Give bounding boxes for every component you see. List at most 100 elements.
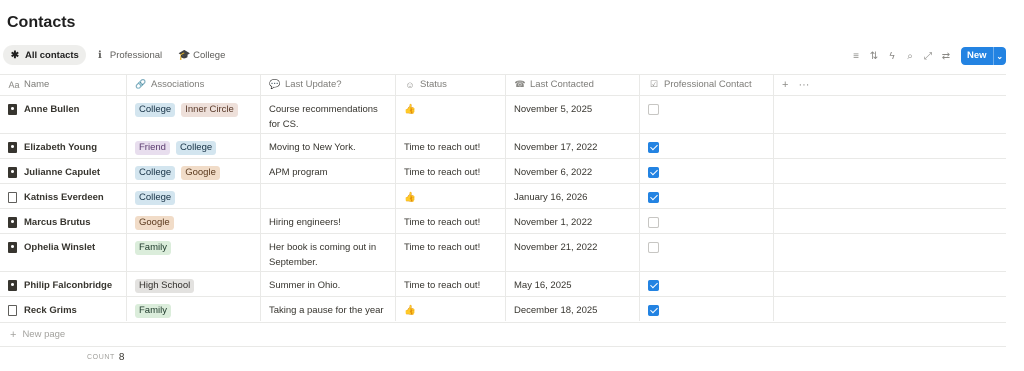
last-update-cell[interactable]: Hiring engineers!	[261, 209, 396, 233]
last-update-cell[interactable]: Her book is coming out in September.	[261, 234, 396, 271]
search-button[interactable]: ⌕	[901, 47, 919, 65]
status-cell[interactable]: Time to reach out!	[396, 272, 506, 296]
plus-icon: +	[10, 328, 17, 341]
table-row[interactable]: Philip Falconbridge High School Summer in …	[0, 271, 1006, 296]
contact-name: Philip Falconbridge	[24, 280, 113, 291]
status-cell[interactable]: Time to reach out!	[396, 234, 506, 271]
new-button[interactable]: New ⌄	[961, 47, 1006, 65]
associations-cell[interactable]: High School	[127, 272, 261, 296]
row-filler	[774, 134, 1006, 158]
row-filler	[774, 272, 1006, 296]
professional-checkbox[interactable]	[648, 167, 659, 178]
add-column-icon[interactable]: +	[782, 79, 788, 91]
chat-bubble-icon: 💬	[269, 79, 281, 89]
table-row[interactable]: Elizabeth Young Friend College Moving to Ne…	[0, 133, 1006, 158]
table-row[interactable]: Katniss Everdeen College 👍 January 16, 2026	[0, 183, 1006, 208]
name-cell[interactable]: Elizabeth Young	[0, 134, 127, 158]
column-header-last-contacted[interactable]: ☎ Last Contacted	[506, 74, 640, 95]
associations-cell[interactable]: College Google	[127, 159, 261, 183]
count-value: 8	[118, 352, 125, 363]
column-label: Last Update?	[285, 79, 342, 90]
settings-sliders-button[interactable]: ⇄	[937, 47, 955, 65]
link-icon: 🔗	[135, 79, 147, 89]
association-tag: College	[135, 191, 176, 205]
last-update-cell[interactable]: Taking a pause for the year	[261, 297, 396, 321]
status-thumbs-up-icon[interactable]: 👍	[396, 297, 506, 321]
more-options-icon[interactable]: ···	[798, 79, 809, 91]
status-cell[interactable]: Time to reach out!	[396, 159, 506, 183]
smiley-icon: ☺	[405, 79, 415, 90]
professional-contact-cell	[640, 184, 774, 208]
associations-cell[interactable]: Google	[127, 209, 261, 233]
status-thumbs-up-icon[interactable]: 👍	[396, 184, 506, 208]
status-cell[interactable]: Time to reach out!	[396, 134, 506, 158]
professional-checkbox[interactable]	[648, 192, 659, 203]
contact-page-icon	[8, 217, 17, 228]
name-cell[interactable]: Julianne Capulet	[0, 159, 127, 183]
name-cell[interactable]: Philip Falconbridge	[0, 272, 127, 296]
last-update-cell[interactable]	[261, 184, 396, 208]
last-contacted-cell[interactable]: November 6, 2022	[506, 159, 640, 183]
last-update-cell[interactable]: APM program	[261, 159, 396, 183]
last-update-cell[interactable]: Moving to New York.	[261, 134, 396, 158]
associations-cell[interactable]: Family	[127, 234, 261, 271]
association-tag: College	[135, 103, 176, 117]
association-tag: College	[135, 166, 176, 180]
chevron-down-icon[interactable]: ⌄	[994, 52, 1006, 61]
table-row[interactable]: Julianne Capulet College Google APM program…	[0, 158, 1006, 183]
associations-cell[interactable]: Family	[127, 297, 261, 321]
associations-cell[interactable]: Friend College	[127, 134, 261, 158]
professional-checkbox[interactable]	[648, 280, 659, 291]
last-contacted-cell[interactable]: January 16, 2026	[506, 184, 640, 208]
automation-lightning-button[interactable]: ϟ	[883, 47, 901, 65]
table-row[interactable]: Anne Bullen College Inner Circle Course rec…	[0, 95, 1006, 133]
last-contacted-cell[interactable]: May 16, 2025	[506, 272, 640, 296]
name-cell[interactable]: Marcus Brutus	[0, 209, 127, 233]
name-cell[interactable]: Katniss Everdeen	[0, 184, 127, 208]
status-thumbs-up-icon[interactable]: 👍	[396, 96, 506, 133]
header-extras: + ···	[774, 74, 809, 95]
column-header-associations[interactable]: 🔗 Associations	[127, 74, 261, 95]
status-cell[interactable]: Time to reach out!	[396, 209, 506, 233]
professional-checkbox[interactable]	[648, 305, 659, 316]
tab-college[interactable]: 🎓 College	[171, 45, 232, 65]
filter-button[interactable]: ≡	[847, 47, 865, 65]
sort-icon: ⇅	[869, 50, 879, 62]
last-contacted-cell[interactable]: December 18, 2025	[506, 297, 640, 321]
associations-cell[interactable]: College	[127, 184, 261, 208]
table-row[interactable]: Ophelia Winslet Family Her book is coming …	[0, 233, 1006, 271]
new-page-label: New page	[22, 329, 66, 340]
table-row[interactable]: Reck Grims Family Taking a pause for the y…	[0, 296, 1006, 321]
last-update-cell[interactable]: Summer in Ohio.	[261, 272, 396, 296]
column-header-professional[interactable]: ☑ Professional Contact	[640, 74, 774, 95]
column-label: Associations	[151, 79, 205, 90]
footer-divider	[0, 346, 1006, 347]
tab-all-contacts[interactable]: ✱ All contacts	[3, 45, 86, 65]
name-cell[interactable]: Reck Grims	[0, 297, 127, 321]
column-header-name[interactable]: Aa Name	[0, 74, 127, 95]
professional-checkbox[interactable]	[648, 104, 659, 115]
associations-cell[interactable]: College Inner Circle	[127, 96, 261, 133]
toolbar: ≡ ⇅ ϟ ⌕ ⤢ ⇄ New ⌄	[847, 47, 1006, 65]
tab-professional[interactable]: ℹ Professional	[88, 45, 169, 65]
column-header-last-update[interactable]: 💬 Last Update?	[261, 74, 396, 95]
professional-checkbox[interactable]	[648, 242, 659, 253]
expand-button[interactable]: ⤢	[919, 47, 937, 65]
contact-name: Katniss Everdeen	[24, 192, 104, 203]
count-summary[interactable]: COUNT 8	[87, 352, 124, 363]
last-contacted-cell[interactable]: November 17, 2022	[506, 134, 640, 158]
table-row[interactable]: Marcus Brutus Google Hiring engineers! Time…	[0, 208, 1006, 233]
name-cell[interactable]: Anne Bullen	[0, 96, 127, 133]
last-contacted-cell[interactable]: November 5, 2025	[506, 96, 640, 133]
sort-button[interactable]: ⇅	[865, 47, 883, 65]
name-cell[interactable]: Ophelia Winslet	[0, 234, 127, 271]
last-update-cell[interactable]: Course recommendations for CS.	[261, 96, 396, 133]
professional-contact-cell	[640, 159, 774, 183]
professional-checkbox[interactable]	[648, 142, 659, 153]
last-contacted-cell[interactable]: November 21, 2022	[506, 234, 640, 271]
last-contacted-cell[interactable]: November 1, 2022	[506, 209, 640, 233]
professional-checkbox[interactable]	[648, 217, 659, 228]
column-header-status[interactable]: ☺ Status	[396, 74, 506, 95]
new-page-button[interactable]: + New page	[0, 322, 1006, 346]
contact-name: Julianne Capulet	[24, 167, 101, 178]
